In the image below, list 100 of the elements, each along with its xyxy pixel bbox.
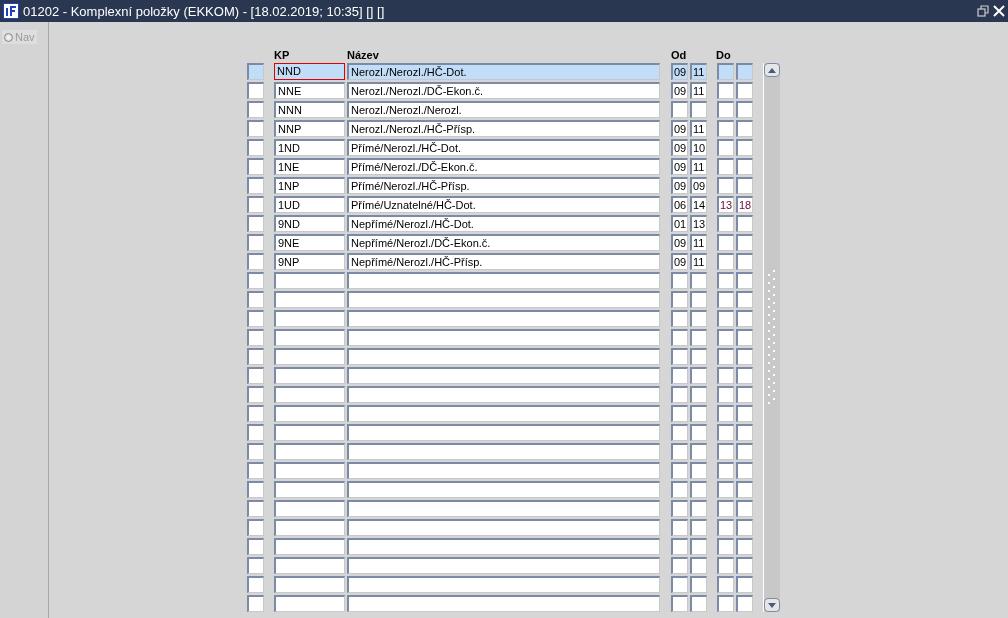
od-field[interactable] — [690, 462, 707, 479]
do-field[interactable] — [736, 177, 753, 194]
row-selector[interactable] — [247, 310, 264, 327]
row-selector[interactable] — [247, 253, 264, 270]
od-field[interactable]: 11 — [690, 82, 707, 99]
do-field[interactable] — [736, 462, 753, 479]
do-field[interactable] — [736, 310, 753, 327]
kp-field[interactable] — [274, 291, 345, 308]
kp-field[interactable] — [274, 348, 345, 365]
name-field[interactable]: Nerozl./Nerozl./HČ-Dot. — [347, 63, 660, 80]
od-field[interactable] — [671, 272, 688, 289]
do-field[interactable] — [736, 329, 753, 346]
kp-field[interactable] — [274, 481, 345, 498]
row-selector[interactable] — [247, 139, 264, 156]
do-field[interactable] — [717, 177, 734, 194]
od-field[interactable] — [690, 595, 707, 612]
do-field[interactable] — [736, 139, 753, 156]
do-field[interactable] — [717, 405, 734, 422]
name-field[interactable] — [347, 481, 660, 498]
row-selector[interactable] — [247, 462, 264, 479]
name-field[interactable] — [347, 424, 660, 441]
kp-field[interactable] — [274, 462, 345, 479]
name-field[interactable] — [347, 310, 660, 327]
od-field[interactable] — [671, 519, 688, 536]
do-field[interactable] — [717, 424, 734, 441]
row-selector[interactable] — [247, 443, 264, 460]
od-field[interactable] — [690, 576, 707, 593]
name-field[interactable] — [347, 595, 660, 612]
name-field[interactable] — [347, 576, 660, 593]
od-field[interactable] — [690, 386, 707, 403]
do-field[interactable] — [717, 500, 734, 517]
od-field[interactable]: 14 — [690, 196, 707, 213]
od-field[interactable] — [671, 557, 688, 574]
name-field[interactable]: Přímé/Nerozl./HČ-Dot. — [347, 139, 660, 156]
kp-field[interactable] — [274, 595, 345, 612]
name-field[interactable]: Nerozl./Nerozl./Nerozl. — [347, 101, 660, 118]
od-field[interactable] — [671, 500, 688, 517]
od-field[interactable] — [690, 557, 707, 574]
scroll-down-button[interactable] — [764, 598, 780, 612]
kp-field[interactable]: 1ND — [274, 139, 345, 156]
kp-field[interactable]: NNE — [274, 82, 345, 99]
name-field[interactable] — [347, 329, 660, 346]
kp-field[interactable] — [274, 538, 345, 555]
od-field[interactable] — [671, 576, 688, 593]
od-field[interactable] — [671, 481, 688, 498]
do-field[interactable] — [717, 139, 734, 156]
name-field[interactable]: Nepřímé/Nerozl./HČ-Přísp. — [347, 253, 660, 270]
do-field[interactable] — [717, 215, 734, 232]
kp-field[interactable] — [274, 576, 345, 593]
kp-field[interactable] — [274, 367, 345, 384]
row-selector[interactable] — [247, 272, 264, 289]
od-field[interactable]: 09 — [671, 139, 688, 156]
kp-field[interactable]: 1NE — [274, 158, 345, 175]
row-selector[interactable] — [247, 329, 264, 346]
od-field[interactable] — [671, 348, 688, 365]
do-field[interactable] — [736, 101, 753, 118]
kp-field[interactable]: 9NE — [274, 234, 345, 251]
row-selector[interactable] — [247, 291, 264, 308]
do-field[interactable] — [736, 576, 753, 593]
row-selector[interactable] — [247, 595, 264, 612]
row-selector[interactable] — [247, 177, 264, 194]
od-field[interactable] — [690, 538, 707, 555]
do-field[interactable] — [736, 215, 753, 232]
row-selector[interactable] — [247, 519, 264, 536]
do-field[interactable] — [736, 120, 753, 137]
name-field[interactable] — [347, 500, 660, 517]
kp-field[interactable] — [274, 500, 345, 517]
do-field[interactable] — [736, 82, 753, 99]
row-selector[interactable] — [247, 158, 264, 175]
do-field[interactable] — [736, 386, 753, 403]
name-field[interactable] — [347, 367, 660, 384]
do-field[interactable] — [736, 595, 753, 612]
od-field[interactable] — [690, 272, 707, 289]
od-field[interactable] — [671, 101, 688, 118]
kp-field[interactable]: 1UD — [274, 196, 345, 213]
do-field[interactable] — [736, 291, 753, 308]
od-field[interactable]: 10 — [690, 139, 707, 156]
row-selector[interactable] — [247, 367, 264, 384]
od-field[interactable]: 09 — [671, 253, 688, 270]
name-field[interactable]: Nerozl./Nerozl./HČ-Přísp. — [347, 120, 660, 137]
od-field[interactable] — [671, 405, 688, 422]
od-field[interactable] — [671, 443, 688, 460]
name-field[interactable] — [347, 538, 660, 555]
name-field[interactable] — [347, 386, 660, 403]
name-field[interactable] — [347, 443, 660, 460]
do-field[interactable] — [736, 253, 753, 270]
do-field[interactable] — [717, 519, 734, 536]
kp-field[interactable] — [274, 519, 345, 536]
name-field[interactable] — [347, 272, 660, 289]
name-field[interactable]: Přímé/Nerozl./HČ-Přísp. — [347, 177, 660, 194]
od-field[interactable]: 09 — [671, 82, 688, 99]
do-field[interactable] — [736, 424, 753, 441]
do-field[interactable] — [736, 443, 753, 460]
od-field[interactable]: 09 — [671, 120, 688, 137]
name-field[interactable] — [347, 462, 660, 479]
od-field[interactable]: 09 — [671, 177, 688, 194]
od-field[interactable] — [690, 405, 707, 422]
row-selector[interactable] — [247, 576, 264, 593]
do-field[interactable] — [717, 595, 734, 612]
do-field[interactable] — [717, 576, 734, 593]
